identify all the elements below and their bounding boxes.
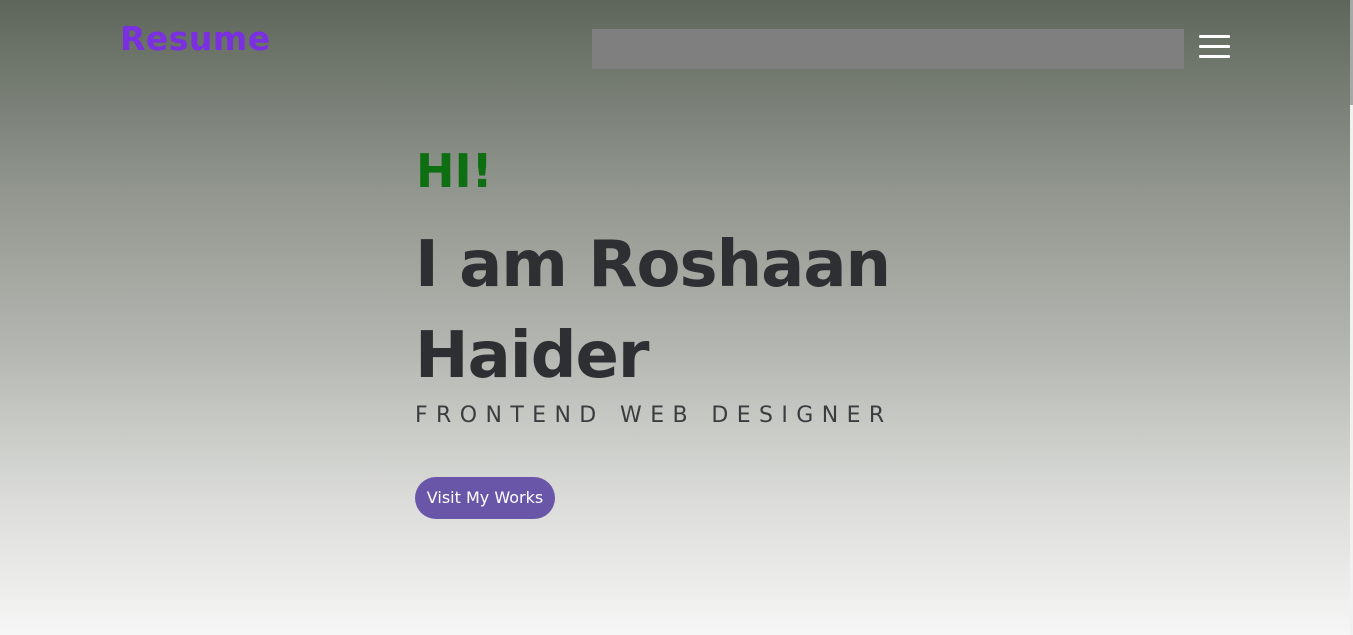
site-header: Resume [0, 0, 1350, 90]
search-input[interactable] [592, 29, 1184, 69]
hero-greeting: HI! [416, 144, 493, 198]
menu-line-icon [1199, 45, 1230, 48]
menu-line-icon [1199, 35, 1230, 38]
visit-my-works-button[interactable]: Visit My Works [415, 477, 555, 519]
hamburger-menu-icon[interactable] [1199, 35, 1231, 59]
hero-name-heading: I am Roshaan Haider [415, 228, 891, 393]
site-logo[interactable]: Resume [120, 22, 271, 55]
hero-role-subtitle: FRONTEND WEB DESIGNER [415, 403, 893, 428]
menu-line-icon [1199, 55, 1230, 58]
